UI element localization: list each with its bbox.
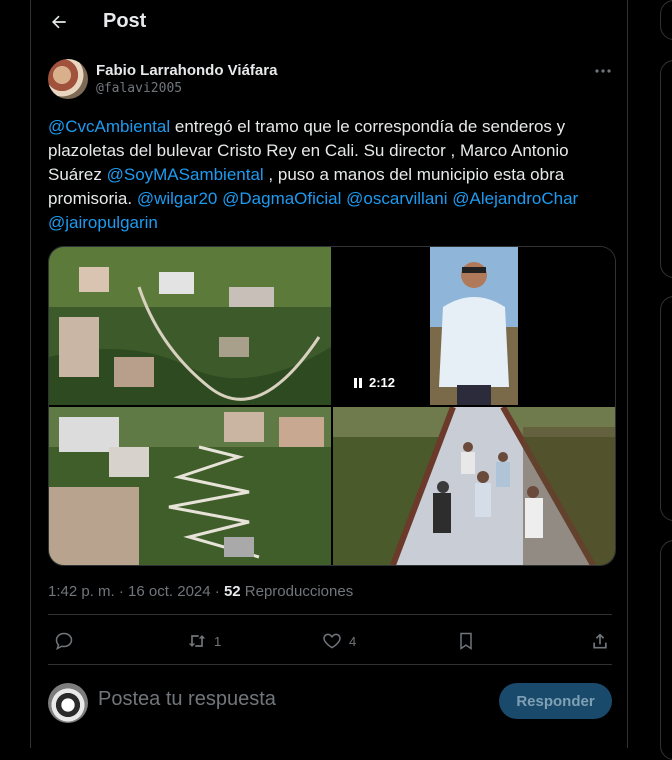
like-button[interactable]: 4 [321,624,356,658]
reply-submit-button[interactable]: Responder [499,683,612,719]
like-icon [323,633,341,649]
video-timer: 2:12 [353,375,395,390]
aerial-photo-2[interactable] [49,407,331,565]
walkway-photo[interactable] [333,407,615,565]
divider [48,614,612,615]
right-panel-card [660,540,672,760]
back-arrow-icon [52,15,66,29]
post-column: Post Fabio Larrahondo Viáfara @falavi200… [30,0,628,748]
post-text: @CvcAmbiental entregó el tramo que le co… [48,115,608,235]
video-player[interactable]: 2:12 [333,247,615,405]
header: Post [31,0,627,44]
bookmark-icon [460,632,472,650]
mention-link[interactable]: @oscarvillani [346,189,447,208]
back-button[interactable] [45,8,73,36]
action-bar: 1 4 [48,624,612,658]
user-avatar[interactable] [48,683,88,723]
video-duration: 2:12 [369,375,396,390]
more-button[interactable] [591,62,615,80]
reply-button[interactable] [54,624,80,658]
repost-button[interactable]: 1 [186,624,221,658]
repost-icon [188,635,206,647]
post-meta: 1:42 p. m. · 16 oct. 2024 · 52 Reproducc… [48,583,353,600]
like-count: 4 [349,633,357,649]
reply-icon [55,632,73,650]
right-panel-card [660,60,672,278]
share-button[interactable] [590,624,610,658]
page-title: Post [103,10,147,32]
mention-link[interactable]: @SoyMASambiental [107,165,264,184]
mention-link[interactable]: @DagmaOficial [222,189,341,208]
divider [48,664,612,665]
right-panel-search[interactable] [660,0,672,40]
repost-count: 1 [214,633,222,649]
post-timestamp[interactable]: 1:42 p. m. · 16 oct. 2024 · [48,583,224,600]
more-icon [595,69,611,73]
share-icon [593,633,607,649]
author-handle[interactable]: @falavi2005 [96,81,182,96]
views-label: Reproducciones [240,583,354,600]
bookmark-button[interactable] [456,624,476,658]
reply-input[interactable]: Postea tu respuesta [98,688,276,711]
mention-link[interactable]: @wilgar20 [137,189,218,208]
media-grid: 2:12 [48,246,616,566]
aerial-photo-1[interactable] [49,247,331,405]
mention-link[interactable]: @AlejandroChar [452,189,578,208]
views-count: 52 [223,583,241,600]
right-panel-card [660,296,672,521]
pause-icon[interactable] [353,377,363,389]
mention-link[interactable]: @jairopulgarin [48,213,158,232]
author-name[interactable]: Fabio Larrahondo Viáfara [96,62,277,79]
author-avatar[interactable] [48,59,88,99]
mention-link[interactable]: @CvcAmbiental [48,117,170,136]
